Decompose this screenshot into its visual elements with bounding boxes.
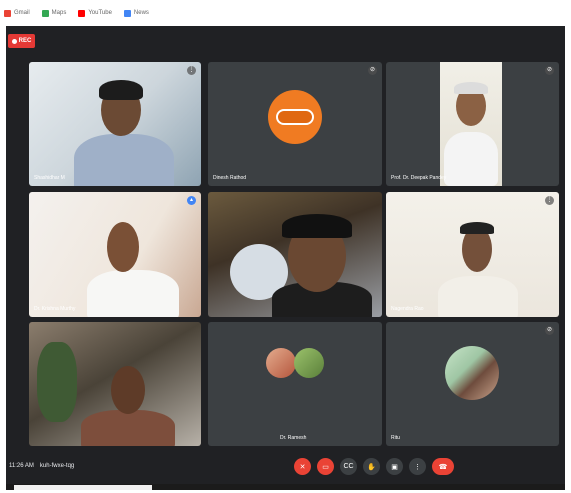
- participant-name: Ritu: [391, 435, 400, 441]
- participant-tile-1[interactable]: ⋮ Shashidhar M: [29, 62, 201, 186]
- raise-hand-icon[interactable]: ✋: [363, 458, 380, 475]
- mic-muted-icon: ⊘: [545, 326, 554, 335]
- avatar: [445, 346, 499, 400]
- participant-name: Prof. Dr. Deepak Pandey: [391, 175, 447, 181]
- bookmarks-bar: Gmail Maps YouTube News: [0, 0, 571, 26]
- present-icon[interactable]: ▣: [386, 458, 403, 475]
- meeting-time: 11:26 AM: [9, 463, 34, 469]
- avatar: [268, 90, 322, 144]
- pin-icon[interactable]: ▴: [187, 196, 196, 205]
- recording-badge: REC: [8, 34, 35, 48]
- participant-tile-6[interactable]: ⋮ Nagendra Rao: [386, 192, 559, 317]
- bookmark-youtube[interactable]: YouTube: [78, 9, 112, 17]
- maps-icon: [41, 9, 49, 17]
- participant-name: Dr. Krishna Murthy: [34, 306, 76, 312]
- mic-muted-icon: ⊘: [545, 66, 554, 75]
- call-controls: ✕ ▭ CC ✋ ▣ ⋮ ☎: [294, 458, 454, 475]
- participant-name: Dinesh Rathod: [213, 175, 247, 181]
- participant-tile-9[interactable]: ⊘ Ritu: [386, 322, 559, 446]
- bookmark-gmail[interactable]: Gmail: [4, 9, 30, 17]
- more-options-icon[interactable]: ⋮: [545, 196, 554, 205]
- more-options-icon[interactable]: ⋮: [187, 66, 196, 75]
- bookmark-maps[interactable]: Maps: [41, 9, 66, 17]
- participant-tile-2[interactable]: ⊘ Dinesh Rathod: [208, 62, 382, 186]
- gmail-icon: [4, 9, 11, 17]
- news-icon: [123, 9, 131, 17]
- youtube-icon: [78, 9, 86, 17]
- taskbar: [6, 484, 565, 490]
- participant-tile-4[interactable]: ▴ Dr. Krishna Murthy: [29, 192, 201, 317]
- bookmark-news[interactable]: News: [123, 9, 149, 17]
- participant-tile-3[interactable]: ⊘ Prof. Dr. Deepak Pandey: [386, 62, 559, 186]
- participant-tile-8[interactable]: Dr. Ramesh: [208, 322, 382, 446]
- meeting-code: kuh-fwxe-tqg: [39, 463, 75, 469]
- meeting-info: 11:26 AM kuh-fwxe-tqg: [9, 463, 74, 469]
- captions-icon[interactable]: CC: [340, 458, 357, 475]
- participant-name: Dr. Ramesh: [280, 435, 307, 441]
- participant-video: [440, 62, 502, 186]
- participant-tile-7[interactable]: [29, 322, 201, 446]
- end-call-icon[interactable]: ☎: [432, 458, 454, 475]
- avatar: [294, 348, 324, 378]
- meeting-stage: REC ⋮ Shashidhar M ⊘ Dinesh Rathod ⊘ Pro…: [6, 26, 565, 490]
- more-options-icon[interactable]: ⋮: [409, 458, 426, 475]
- mic-off-icon[interactable]: ✕: [294, 458, 311, 475]
- mic-muted-icon: ⊘: [368, 66, 377, 75]
- participant-name: Shashidhar M: [34, 175, 65, 181]
- taskbar-search[interactable]: [14, 485, 152, 490]
- participant-tile-5[interactable]: [208, 192, 382, 317]
- participant-name: Nagendra Rao: [391, 306, 424, 312]
- record-dot-icon: [11, 38, 17, 44]
- avatar: [266, 348, 296, 378]
- camera-off-icon[interactable]: ▭: [317, 458, 334, 475]
